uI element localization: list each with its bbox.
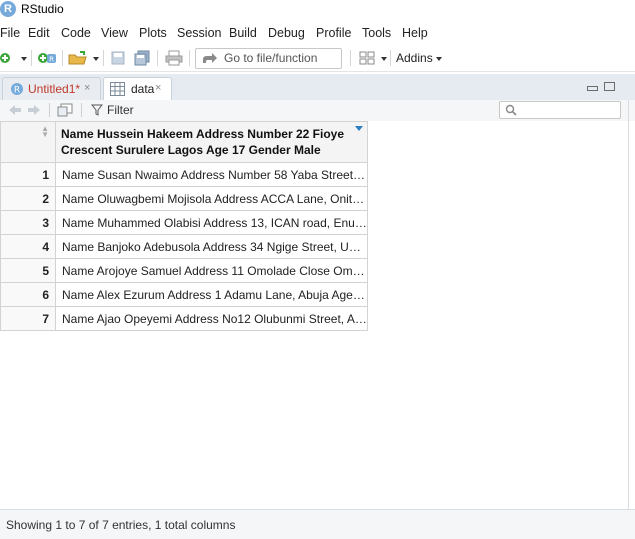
new-project-icon[interactable]: R xyxy=(37,50,57,66)
table-row[interactable]: 5 Name Arojoye Samuel Address 11 Omolade… xyxy=(0,258,368,283)
row-number: 2 xyxy=(0,186,56,211)
open-file-icon[interactable] xyxy=(68,50,88,66)
show-in-new-window-icon[interactable] xyxy=(57,103,73,117)
toolbar-separator xyxy=(350,50,351,66)
table-row[interactable]: 2 Name Oluwagbemi Mojisola Address ACCA … xyxy=(0,186,368,211)
filter-button[interactable]: Filter xyxy=(107,103,134,117)
table-row[interactable]: 1 Name Susan Nwaimo Address Number 58 Ya… xyxy=(0,162,368,187)
row-number: 3 xyxy=(0,210,56,235)
table-cell[interactable]: Name Banjoko Adebusola Address 34 Ngige … xyxy=(55,234,368,259)
maximize-pane-icon[interactable] xyxy=(604,82,615,91)
column-header[interactable]: Name Hussein Hakeem Address Number 22 Fi… xyxy=(55,121,368,163)
back-arrow-icon[interactable] xyxy=(8,103,22,117)
row-number: 7 xyxy=(0,306,56,331)
main-toolbar: R Go to file/function Addins xyxy=(0,45,635,72)
tab-untitled1[interactable]: R Untitled1* × xyxy=(2,77,101,101)
data-viewer-toolbar: Filter xyxy=(0,100,635,122)
row-number-header[interactable]: ▲ ▼ xyxy=(0,121,56,163)
toolbar-separator xyxy=(390,50,391,66)
table-cell[interactable]: Name Arojoye Samuel Address 11 Omolade C… xyxy=(55,258,368,283)
toolbar-separator xyxy=(49,103,50,117)
entries-summary: Showing 1 to 7 of 7 entries, 1 total col… xyxy=(6,518,236,532)
menu-build[interactable]: Build xyxy=(229,26,257,40)
table-cell[interactable]: Name Oluwagbemi Mojisola Address ACCA La… xyxy=(55,186,368,211)
column-header-label: Name Hussein Hakeem Address Number 22 Fi… xyxy=(61,127,345,157)
menu-profile[interactable]: Profile xyxy=(316,26,351,40)
save-icon[interactable] xyxy=(111,50,125,66)
menu-edit[interactable]: Edit xyxy=(28,26,50,40)
menu-tools[interactable]: Tools xyxy=(362,26,391,40)
table-cell[interactable]: Name Muhammed Olabisi Address 13, ICAN r… xyxy=(55,210,368,235)
menu-plots[interactable]: Plots xyxy=(139,26,167,40)
new-file-icon[interactable] xyxy=(0,50,12,66)
addins-button[interactable]: Addins xyxy=(396,51,433,65)
pane-right-border xyxy=(628,100,629,538)
svg-text:R: R xyxy=(49,56,54,64)
menu-file[interactable]: File xyxy=(0,26,20,40)
row-number: 1 xyxy=(0,162,56,187)
go-to-file-placeholder: Go to file/function xyxy=(224,51,318,65)
print-icon[interactable] xyxy=(165,50,183,66)
new-file-dropdown-icon[interactable] xyxy=(21,57,27,61)
status-bar: Showing 1 to 7 of 7 entries, 1 total col… xyxy=(0,509,635,539)
tab-label: Untitled1* xyxy=(28,82,81,96)
menu-debug[interactable]: Debug xyxy=(268,26,305,40)
tab-close-icon[interactable]: × xyxy=(155,82,161,94)
menu-view[interactable]: View xyxy=(101,26,128,40)
row-number: 6 xyxy=(0,282,56,307)
open-recent-dropdown-icon[interactable] xyxy=(93,57,99,61)
table-icon xyxy=(110,82,125,96)
editor-tab-strip: R Untitled1* × data × xyxy=(0,74,635,102)
window-title: RStudio xyxy=(21,2,64,16)
table-row[interactable]: 6 Name Alex Ezurum Address 1 Adamu Lane,… xyxy=(0,282,368,307)
title-bar: R RStudio xyxy=(0,0,635,20)
sort-indicator-icon: ▲ ▼ xyxy=(41,124,49,139)
tab-label: data xyxy=(131,82,155,96)
row-number: 4 xyxy=(0,234,56,259)
menu-help[interactable]: Help xyxy=(402,26,428,40)
forward-arrow-icon[interactable] xyxy=(27,103,41,117)
search-icon xyxy=(505,104,517,116)
go-to-file-input[interactable]: Go to file/function xyxy=(195,48,342,69)
table-row[interactable]: 3 Name Muhammed Olabisi Address 13, ICAN… xyxy=(0,210,368,235)
go-to-arrow-icon xyxy=(203,53,217,63)
tab-data[interactable]: data × xyxy=(103,77,172,102)
menu-session[interactable]: Session xyxy=(177,26,221,40)
pane-layout-dropdown-icon[interactable] xyxy=(381,57,387,61)
r-script-icon: R xyxy=(11,83,23,96)
addins-dropdown-icon[interactable] xyxy=(436,57,442,61)
menu-bar: File Edit Code View Plots Session Build … xyxy=(0,22,635,44)
tab-close-icon[interactable]: × xyxy=(84,82,90,94)
menu-code[interactable]: Code xyxy=(61,26,91,40)
table-cell[interactable]: Name Alex Ezurum Address 1 Adamu Lane, A… xyxy=(55,282,368,307)
minimize-pane-icon[interactable] xyxy=(587,86,598,91)
table-cell[interactable]: Name Ajao Opeyemi Address No12 Olubunmi … xyxy=(55,306,368,331)
data-grid: ▲ ▼ Name Hussein Hakeem Address Number 22… xyxy=(0,121,635,509)
table-cell[interactable]: Name Susan Nwaimo Address Number 58 Yaba… xyxy=(55,162,368,187)
sort-descending-icon xyxy=(355,126,363,131)
table-header-row: ▲ ▼ Name Hussein Hakeem Address Number 22… xyxy=(0,121,368,163)
rstudio-logo-icon: R xyxy=(0,1,16,17)
pane-layout-icon[interactable] xyxy=(359,50,375,66)
toolbar-separator xyxy=(189,50,190,66)
table-row[interactable]: 4 Name Banjoko Adebusola Address 34 Ngig… xyxy=(0,234,368,259)
toolbar-separator xyxy=(157,50,158,66)
table-row[interactable]: 7 Name Ajao Opeyemi Address No12 Olubunm… xyxy=(0,306,368,331)
filter-icon[interactable] xyxy=(91,104,103,116)
row-number: 5 xyxy=(0,258,56,283)
toolbar-separator xyxy=(81,103,82,117)
svg-text:R: R xyxy=(14,86,20,96)
toolbar-separator xyxy=(103,50,104,66)
data-search-input[interactable] xyxy=(499,101,621,119)
toolbar-separator xyxy=(31,50,32,66)
toolbar-separator xyxy=(62,50,63,66)
save-all-icon[interactable] xyxy=(134,50,150,66)
data-table: ▲ ▼ Name Hussein Hakeem Address Number 22… xyxy=(0,121,368,331)
